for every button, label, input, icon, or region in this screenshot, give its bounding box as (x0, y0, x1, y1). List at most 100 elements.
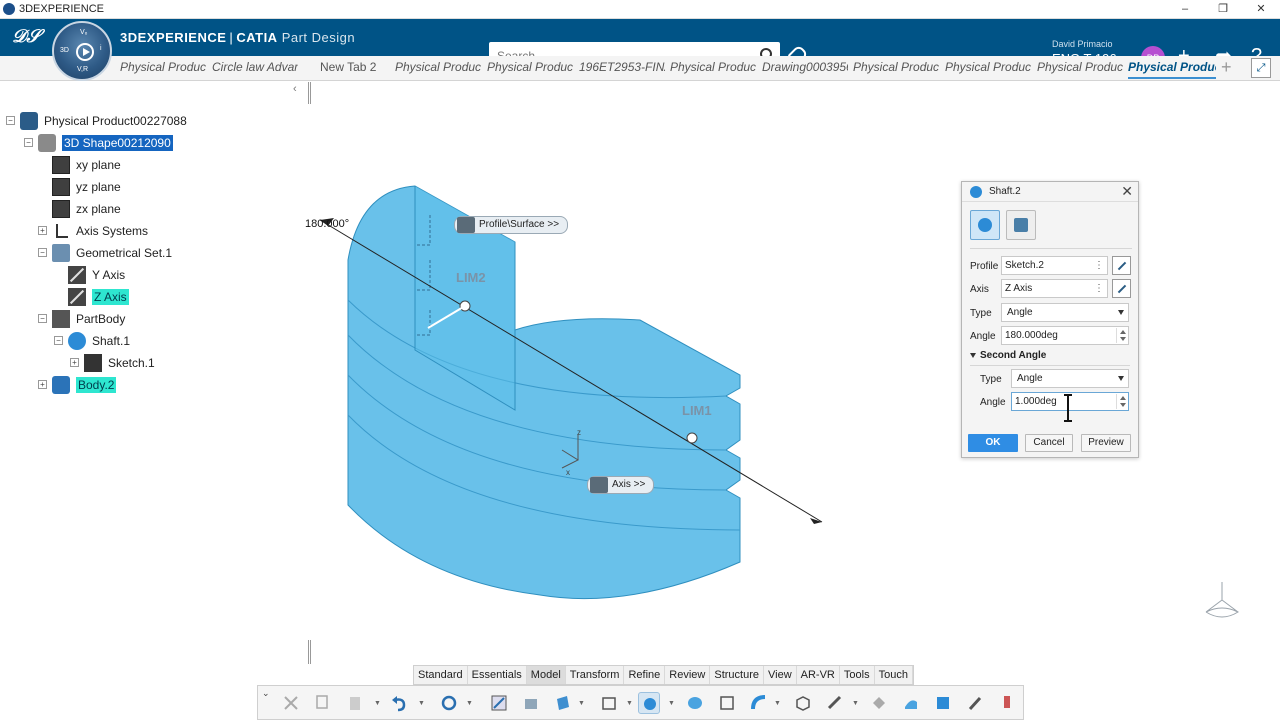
tab-11[interactable]: Physical Product (1037, 60, 1123, 74)
collapse-tree-icon[interactable]: ‹ (293, 83, 297, 95)
sketch-edit-button[interactable] (1112, 256, 1131, 275)
tab-1[interactable]: Physical Product (120, 60, 206, 74)
tab-5[interactable]: Physical Product (487, 60, 573, 74)
tree-item-zx-plane[interactable]: zx plane (52, 198, 121, 220)
lim1-handle[interactable] (686, 432, 698, 444)
tree-item-xy-plane[interactable]: xy plane (52, 154, 121, 176)
chevron-down-icon[interactable]: ⌄ (262, 688, 270, 699)
minimize-button[interactable]: – (1166, 0, 1204, 19)
dropdown-icon[interactable]: ▼ (578, 700, 585, 707)
undo-icon[interactable] (388, 692, 410, 714)
tab-7[interactable]: Physical Product (670, 60, 756, 74)
tab-2[interactable]: Circle law Advan (212, 60, 298, 74)
cut-icon[interactable] (280, 692, 302, 714)
fillet-tool-icon[interactable] (868, 692, 890, 714)
ok-button[interactable]: OK (968, 434, 1018, 452)
section-tab-model[interactable]: Model (526, 666, 566, 684)
shaft-mode-button[interactable] (970, 210, 1000, 240)
tree-item-sketch[interactable]: Sketch.1 (84, 352, 155, 374)
more-icon[interactable]: ⋮ (1094, 280, 1104, 297)
close-window-button[interactable]: ✕ (1242, 0, 1280, 19)
model-shaft-preview[interactable] (347, 185, 741, 600)
measure-tool-icon[interactable] (996, 692, 1018, 714)
more-icon[interactable]: ⋮ (1094, 257, 1104, 274)
second-type-select[interactable]: Angle (1011, 369, 1129, 388)
update-icon[interactable] (438, 692, 460, 714)
tab-3[interactable]: New Tab 2 (320, 60, 390, 74)
dropdown-icon[interactable]: ▼ (774, 700, 781, 707)
axis-chip[interactable]: Axis >> (587, 476, 655, 494)
profile-field[interactable]: Sketch.2 ⋮ (1001, 256, 1108, 275)
second-angle-section[interactable]: Second Angle (970, 350, 1130, 366)
pattern-tool-icon[interactable] (792, 692, 814, 714)
paste-icon[interactable] (344, 692, 366, 714)
tab-9[interactable]: Physical Product (853, 60, 939, 74)
section-tab-essentials[interactable]: Essentials (468, 666, 527, 684)
tree-item-axis-systems[interactable]: Axis Systems (52, 220, 148, 242)
tree-item-physical-product[interactable]: Physical Product00227088 (20, 110, 187, 132)
tab-6[interactable]: 196ET2953-FINA (579, 60, 665, 74)
section-tab-view[interactable]: View (764, 666, 797, 684)
shell-tool-icon[interactable] (932, 692, 954, 714)
splitter-top[interactable] (308, 82, 311, 104)
section-tab-tools[interactable]: Tools (840, 666, 875, 684)
dialog-titlebar[interactable]: Shaft.2 ✕ (962, 182, 1138, 202)
section-tab-ar-vr[interactable]: AR-VR (797, 666, 840, 684)
tree-item-yz-plane[interactable]: yz plane (52, 176, 121, 198)
view-compass-icon[interactable] (1200, 578, 1244, 622)
section-tab-review[interactable]: Review (665, 666, 711, 684)
cancel-button[interactable]: Cancel (1025, 434, 1073, 452)
groove-tool-icon[interactable] (716, 692, 738, 714)
section-tab-standard[interactable]: Standard (414, 666, 468, 684)
expander-icon[interactable]: − (6, 116, 15, 125)
expander-icon[interactable]: − (24, 138, 33, 147)
expander-icon[interactable]: − (38, 248, 47, 257)
dropdown-icon[interactable]: ▼ (374, 700, 381, 707)
positioned-sketch-icon[interactable] (520, 692, 542, 714)
section-tab-structure[interactable]: Structure (710, 666, 764, 684)
pad-tool-icon[interactable] (598, 692, 620, 714)
dropdown-icon[interactable]: ▼ (668, 700, 675, 707)
tree-item-body2[interactable]: Body.2 (52, 374, 117, 396)
expander-icon[interactable]: + (38, 380, 47, 389)
section-tab-transform[interactable]: Transform (566, 666, 625, 684)
dropdown-icon[interactable]: ▼ (466, 700, 473, 707)
tree-item-shaft[interactable]: Shaft.1 (68, 330, 130, 352)
expander-icon[interactable]: + (70, 358, 79, 367)
plane-tool-icon[interactable] (552, 692, 574, 714)
sketch-tool-icon[interactable] (488, 692, 510, 714)
add-tab-button[interactable]: + (1221, 57, 1232, 78)
section-tab-touch[interactable]: Touch (875, 666, 913, 684)
expander-icon[interactable]: − (38, 314, 47, 323)
tree-item-geometrical-set[interactable]: Geometrical Set.1 (52, 242, 172, 264)
tree-item-3d-shape[interactable]: 3D Shape00212090 (38, 132, 173, 154)
thick-mode-button[interactable] (1006, 210, 1036, 240)
splitter-bottom[interactable] (308, 640, 311, 664)
play-icon[interactable] (76, 43, 94, 61)
tab-10[interactable]: Physical Product (945, 60, 1031, 74)
dropdown-icon[interactable]: ▼ (852, 700, 859, 707)
3d-viewport[interactable] (300, 150, 860, 620)
close-icon[interactable]: ✕ (1121, 183, 1133, 200)
tree-item-y-axis[interactable]: Y Axis (68, 264, 125, 286)
thickness-tool-icon[interactable] (964, 692, 986, 714)
tab-active[interactable]: Physical Product (1128, 60, 1216, 79)
rib-tool-icon[interactable] (748, 692, 770, 714)
spinner-icon[interactable] (1116, 328, 1127, 343)
ds-logo-icon[interactable]: 𝒟𝒮 (12, 26, 40, 47)
compass-widget[interactable]: V₆ 3D i V,R (52, 21, 112, 81)
angle-field[interactable]: 180.000deg (1001, 326, 1129, 345)
tab-8[interactable]: Drawing0003956 (762, 60, 848, 74)
dropdown-icon[interactable]: ▼ (418, 700, 425, 707)
expander-icon[interactable]: + (38, 226, 47, 235)
copy-icon[interactable] (312, 692, 334, 714)
expand-tabs-icon[interactable]: ⤢ (1251, 58, 1271, 78)
expander-icon[interactable]: − (54, 336, 63, 345)
tree-item-partbody[interactable]: PartBody (52, 308, 125, 330)
tab-4[interactable]: Physical Product (395, 60, 481, 74)
restore-button[interactable]: ❐ (1204, 0, 1242, 19)
angle-readout[interactable]: 180.000° (305, 218, 349, 230)
draft-tool-icon[interactable] (900, 692, 922, 714)
shaft-tool-icon[interactable] (638, 692, 660, 714)
section-tab-refine[interactable]: Refine (624, 666, 666, 684)
